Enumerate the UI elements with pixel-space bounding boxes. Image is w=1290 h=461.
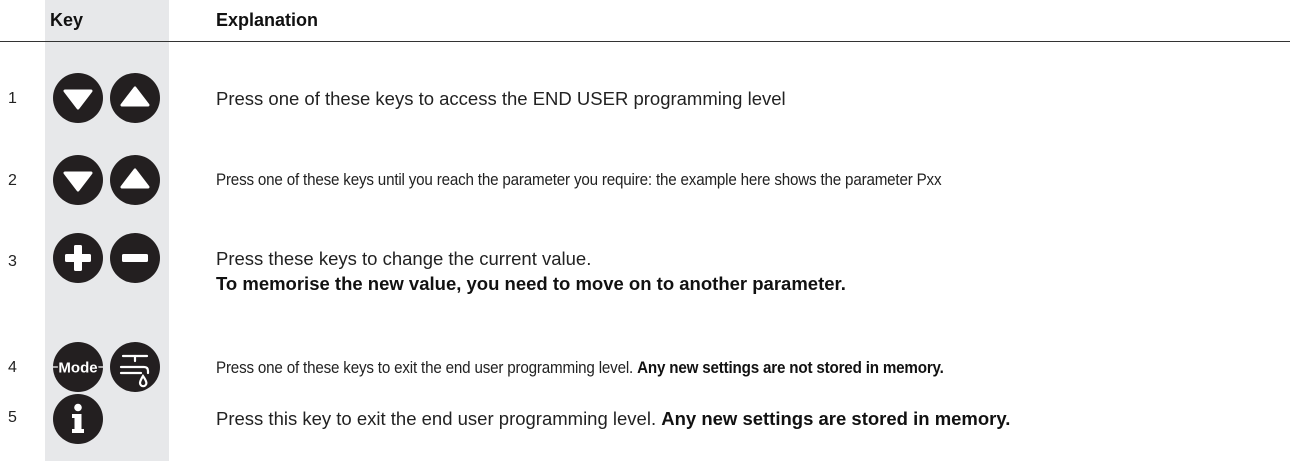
key-column-header: Key [50, 10, 84, 30]
row-number: 2 [8, 172, 17, 189]
hot-water-tap-icon[interactable] [110, 342, 160, 392]
arrow-up-icon[interactable] [110, 73, 160, 123]
row-explanation-bold: To memorise the new value, you need to m… [216, 273, 846, 294]
minus-icon[interactable] [110, 233, 160, 283]
row-explanation-text: Press one of these keys to exit the end … [216, 359, 638, 377]
plus-icon[interactable] [53, 233, 103, 283]
row-number: 3 [8, 253, 17, 270]
row-explanation-bold: Any new settings are stored in memory. [661, 408, 1011, 429]
info-icon[interactable] [53, 394, 103, 444]
svg-text:Mode: Mode [58, 360, 97, 377]
row-number: 4 [8, 359, 17, 376]
row-number: 5 [8, 409, 17, 426]
row-explanation-bold: Any new settings are not stored in memor… [637, 359, 944, 377]
row-number: 1 [8, 90, 17, 107]
arrow-down-icon[interactable] [53, 155, 103, 205]
arrow-up-icon[interactable] [110, 155, 160, 205]
row-explanation: Press one of these keys to exit the end … [216, 359, 944, 378]
explanation-column-header: Explanation [216, 10, 319, 30]
header-divider [0, 41, 1290, 42]
mode-icon[interactable]: Mode [53, 342, 103, 392]
row-explanation: Press this key to exit the end user prog… [216, 408, 1010, 430]
row-explanation: Press these keys to change the current v… [216, 248, 592, 269]
row-explanation: Press one of these keys to access the EN… [216, 88, 786, 109]
row-explanation-text: Press this key to exit the end user prog… [216, 408, 662, 429]
row-explanation: Press one of these keys until you reach … [216, 171, 942, 189]
arrow-down-icon[interactable] [53, 73, 103, 123]
